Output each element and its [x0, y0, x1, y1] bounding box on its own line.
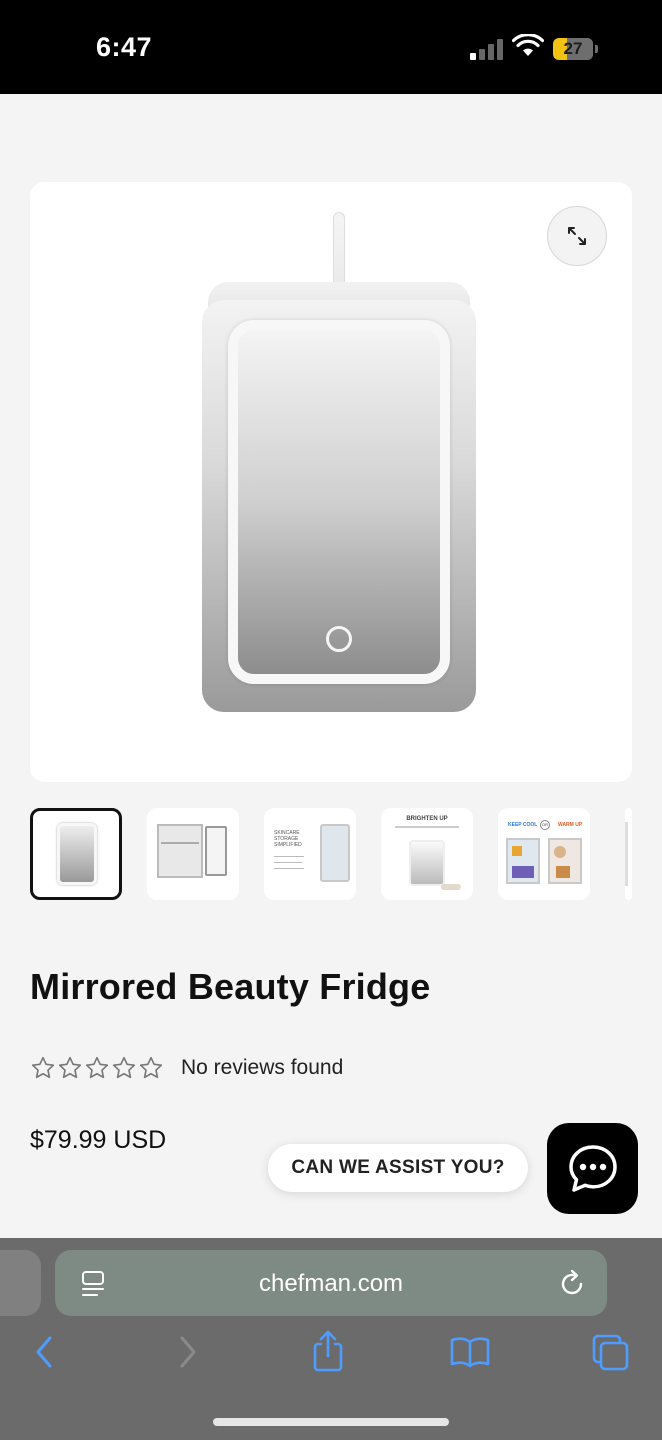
star-empty-icon — [112, 1056, 136, 1079]
star-rating — [30, 1055, 164, 1081]
thumbnail-strip[interactable]: SKINCARE STORAGE SIMPLIFIED BRIGHTEN UP … — [30, 808, 632, 900]
expand-icon — [568, 227, 586, 245]
previous-tab-preview[interactable] — [0, 1250, 41, 1316]
thumb-caption: KEEP COOL — [508, 822, 538, 828]
product-rating[interactable]: No reviews found — [30, 1054, 343, 1082]
wifi-icon — [512, 34, 544, 56]
share-icon[interactable] — [310, 1330, 346, 1372]
thumb-caption: SIMPLIFIED — [274, 842, 302, 848]
reviews-text[interactable]: No reviews found — [181, 1056, 343, 1080]
fridge-image — [202, 212, 476, 712]
thumb-caption: OR — [540, 820, 550, 830]
chat-bubble-icon — [568, 1144, 617, 1192]
book-icon[interactable] — [450, 1336, 490, 1368]
tabs-icon[interactable] — [592, 1334, 630, 1372]
thumbnail-front-view[interactable] — [30, 808, 122, 900]
thumbnail-open-interior[interactable] — [147, 808, 239, 900]
product-title: Mirrored Beauty Fridge — [30, 966, 431, 1007]
status-bar: 6:47 27 — [0, 0, 662, 94]
back-chevron-icon[interactable] — [32, 1334, 56, 1370]
star-empty-icon — [139, 1056, 163, 1079]
thumb-caption: BRIGHTEN UP — [406, 816, 448, 822]
cellular-signal-icon — [470, 38, 504, 60]
touch-button-graphic — [326, 626, 352, 652]
browser-toolbar: chefman.com — [0, 1238, 662, 1440]
forward-chevron-icon[interactable] — [176, 1334, 200, 1370]
thumbnail-brighten-up[interactable]: BRIGHTEN UP — [381, 808, 473, 900]
home-indicator — [213, 1418, 449, 1426]
star-empty-icon — [58, 1056, 82, 1079]
thumbnail-partial[interactable] — [625, 808, 632, 900]
product-image-viewer[interactable] — [30, 182, 632, 782]
battery-level: 27 — [563, 39, 583, 58]
star-empty-icon — [31, 1056, 55, 1079]
star-empty-icon — [85, 1056, 109, 1079]
reload-icon[interactable] — [559, 1268, 587, 1298]
assist-prompt[interactable]: CAN WE ASSIST YOU? — [268, 1144, 528, 1192]
thumb-caption: WARM UP — [558, 822, 583, 828]
browser-nav-bar — [0, 1330, 662, 1384]
status-time: 6:47 — [96, 32, 153, 62]
thumbnail-skincare-storage[interactable]: SKINCARE STORAGE SIMPLIFIED — [264, 808, 356, 900]
thumbnail-keep-cool-warm-up[interactable]: KEEP COOL OR WARM UP — [498, 808, 590, 900]
product-page: SKINCARE STORAGE SIMPLIFIED BRIGHTEN UP … — [0, 94, 662, 1238]
address-bar[interactable]: chefman.com — [55, 1250, 607, 1316]
chat-button[interactable] — [547, 1123, 638, 1214]
battery-icon: 27 — [553, 38, 593, 60]
url-text[interactable]: chefman.com — [55, 1270, 607, 1298]
expand-button[interactable] — [547, 206, 607, 266]
product-price: $79.99 USD — [30, 1126, 167, 1154]
